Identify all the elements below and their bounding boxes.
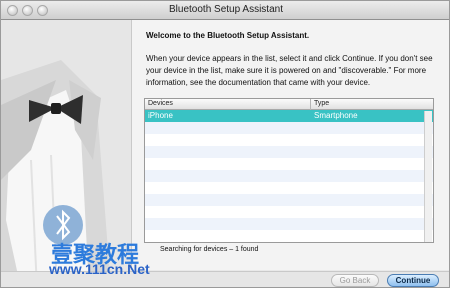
empty-row xyxy=(145,146,433,158)
title-bar: Bluetooth Setup Assistant xyxy=(1,1,449,20)
empty-row xyxy=(145,218,433,230)
column-header-type[interactable]: Type xyxy=(314,100,329,107)
empty-row xyxy=(145,134,433,146)
empty-row xyxy=(145,170,433,182)
bluetooth-setup-window: Bluetooth Setup Assistant Welcome to the… xyxy=(0,0,450,288)
instructions-text: When your device appears in the list, se… xyxy=(146,54,433,87)
go-back-button[interactable]: Go Back xyxy=(331,274,379,287)
column-divider xyxy=(310,99,311,110)
watermark-url: www.111cn.Net xyxy=(49,261,150,277)
window-title: Bluetooth Setup Assistant xyxy=(169,4,283,15)
table-row[interactable]: iPhone Smartphone xyxy=(145,110,433,122)
welcome-heading: Welcome to the Bluetooth Setup Assistant… xyxy=(146,31,310,40)
continue-button[interactable]: Continue xyxy=(387,274,439,287)
table-header: Devices Type xyxy=(145,99,433,110)
search-status: Searching for devices – 1 found xyxy=(160,246,259,253)
empty-row xyxy=(145,182,433,194)
empty-row xyxy=(145,122,433,134)
column-header-devices[interactable]: Devices xyxy=(148,100,173,107)
empty-row xyxy=(145,230,433,242)
table-scrollbar[interactable] xyxy=(424,111,432,242)
device-type: Smartphone xyxy=(314,111,358,120)
empty-row xyxy=(145,194,433,206)
device-name: iPhone xyxy=(148,111,173,120)
empty-row xyxy=(145,158,433,170)
empty-row xyxy=(145,206,433,218)
devices-table[interactable]: Devices Type iPhone Smartphone xyxy=(144,98,434,243)
